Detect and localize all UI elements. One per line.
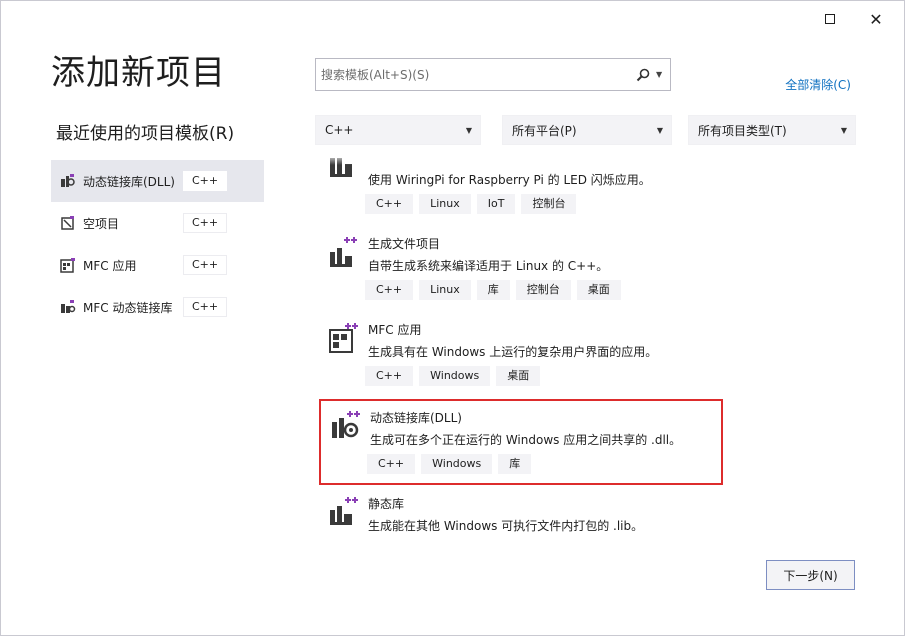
template-tag: Linux: [419, 194, 471, 214]
language-filter-value: C++: [325, 123, 354, 137]
template-tag: 库: [498, 454, 532, 474]
close-icon: ✕: [869, 9, 883, 29]
clear-all-link[interactable]: 全部清除(C): [785, 76, 851, 93]
template-name: 动态链接库(DLL): [370, 411, 462, 425]
template-item-mfc-app[interactable]: MFC 应用 生成具有在 Windows 上运行的复杂用户界面的应用。 C++ …: [319, 313, 723, 399]
close-button[interactable]: ✕: [862, 7, 890, 31]
recent-templates-list: 动态链接库(DLL) C++ 空项目 C++ MFC 应用 C++ MFC 动态…: [51, 160, 264, 328]
template-name: MFC 应用: [368, 323, 422, 337]
template-search-box[interactable]: ▼: [315, 58, 671, 91]
template-tags: C++ Linux 库 控制台 桌面: [365, 280, 621, 300]
empty-project-icon: [60, 215, 76, 231]
template-tags: C++ Windows 库: [367, 454, 532, 474]
template-description: 生成可在多个正在运行的 Windows 应用之间共享的 .dll。: [370, 433, 682, 447]
search-icon[interactable]: [632, 68, 654, 82]
template-tag: C++: [365, 366, 414, 386]
maximize-button[interactable]: [816, 7, 844, 31]
template-description: 使用 WiringPi for Raspberry Pi 的 LED 闪烁应用。: [368, 173, 651, 187]
template-tag: 控制台: [515, 280, 571, 300]
recent-item-label: MFC 动态链接库: [83, 300, 173, 315]
template-tag: C++: [365, 194, 414, 214]
list-top-fade: [319, 153, 723, 165]
template-tag: IoT: [476, 194, 516, 214]
template-name: 生成文件项目: [368, 237, 441, 251]
template-description: 生成能在其他 Windows 可执行文件内打包的 .lib。: [368, 519, 644, 533]
recent-item-label: 空项目: [83, 216, 120, 231]
recent-templates-heading: 最近使用的项目模板(R): [56, 124, 235, 144]
template-tag: Windows: [419, 366, 491, 386]
template-tag: 桌面: [576, 280, 621, 300]
recent-item-empty-project[interactable]: 空项目 C++: [51, 202, 264, 244]
template-tags: C++ Linux IoT 控制台: [365, 194, 577, 214]
language-filter-select[interactable]: C++ ▼: [315, 115, 481, 145]
template-name: 静态库: [368, 497, 405, 511]
static-lib-icon: [328, 496, 358, 528]
makefile-project-icon: [328, 236, 358, 268]
mfc-app-icon: [328, 322, 358, 354]
maximize-icon: [825, 14, 835, 24]
recent-item-mfc-dll[interactable]: MFC 动态链接库 C++: [51, 286, 264, 328]
mfc-app-icon: [60, 257, 76, 273]
recent-item-mfc-app[interactable]: MFC 应用 C++: [51, 244, 264, 286]
language-badge: C++: [183, 213, 228, 233]
project-type-filter-select[interactable]: 所有项目类型(T) ▼: [688, 115, 856, 145]
platform-filter-value: 所有平台(P): [512, 123, 577, 138]
platform-filter-select[interactable]: 所有平台(P) ▼: [502, 115, 672, 145]
template-tags: C++ Windows 桌面: [365, 366, 541, 386]
chevron-down-icon: ▼: [465, 125, 472, 135]
template-item-dll[interactable]: 动态链接库(DLL) 生成可在多个正在运行的 Windows 应用之间共享的 .…: [319, 399, 723, 485]
chevron-down-icon[interactable]: ▼: [656, 70, 666, 79]
project-type-filter-value: 所有项目类型(T): [698, 123, 787, 138]
language-badge: C++: [183, 297, 228, 317]
language-badge: C++: [183, 255, 228, 275]
template-description: 生成具有在 Windows 上运行的复杂用户界面的应用。: [368, 345, 658, 359]
template-tag: 桌面: [496, 366, 541, 386]
template-tag: 控制台: [521, 194, 577, 214]
dll-icon: [330, 410, 360, 442]
template-list[interactable]: 使用 WiringPi for Raspberry Pi 的 LED 闪烁应用。…: [319, 153, 723, 533]
template-item-makefile-project[interactable]: 生成文件项目 自带生成系统来编译适用于 Linux 的 C++。 C++ Lin…: [319, 227, 723, 313]
chevron-down-icon: ▼: [840, 125, 847, 135]
chevron-down-icon: ▼: [656, 125, 663, 135]
search-input[interactable]: [321, 67, 632, 82]
template-item-static-lib[interactable]: 静态库 生成能在其他 Windows 可执行文件内打包的 .lib。: [319, 487, 723, 533]
dialog-title: 添加新项目: [51, 53, 226, 93]
template-tag: C++: [367, 454, 416, 474]
language-badge: C++: [183, 171, 228, 191]
next-button[interactable]: 下一步(N): [766, 560, 855, 590]
template-tag: Windows: [421, 454, 493, 474]
template-tag: Linux: [419, 280, 471, 300]
template-tag: C++: [365, 280, 414, 300]
add-new-project-dialog: ✕ 添加新项目 最近使用的项目模板(R) 动态链接库(DLL) C++ 空项目 …: [0, 0, 905, 636]
dll-icon: [60, 173, 76, 189]
template-tag: 库: [476, 280, 510, 300]
recent-item-label: MFC 应用: [83, 258, 137, 273]
recent-item-label: 动态链接库(DLL): [83, 174, 175, 189]
recent-item-dll[interactable]: 动态链接库(DLL) C++: [51, 160, 264, 202]
template-description: 自带生成系统来编译适用于 Linux 的 C++。: [368, 259, 609, 273]
mfc-dll-icon: [60, 299, 76, 315]
